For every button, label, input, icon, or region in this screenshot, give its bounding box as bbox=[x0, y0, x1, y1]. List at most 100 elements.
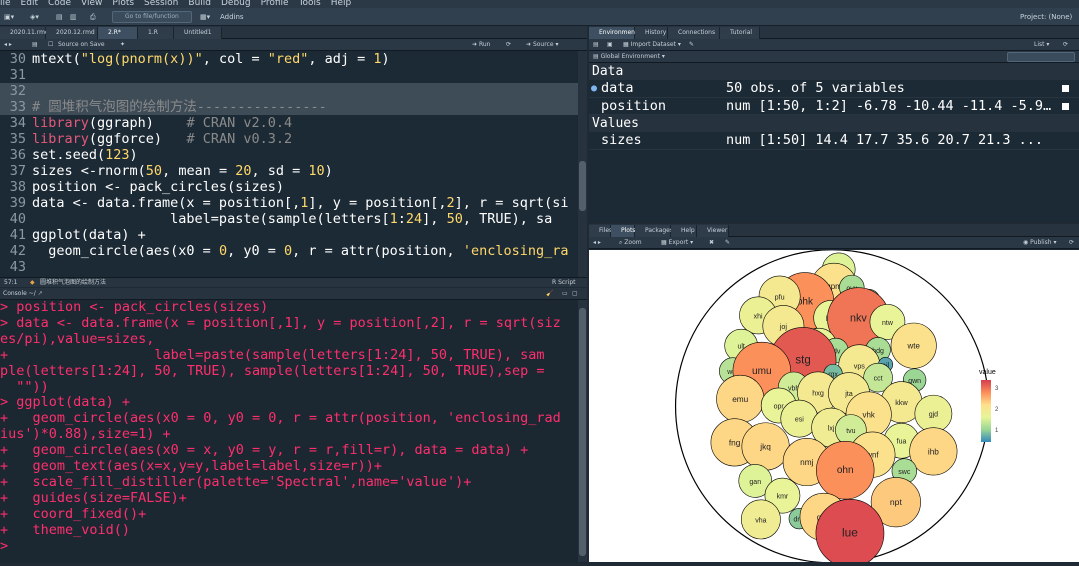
addins-menu[interactable]: Addins bbox=[220, 8, 244, 26]
clear-plots-icon[interactable]: ✎ bbox=[725, 237, 730, 249]
table-view-icon[interactable] bbox=[1062, 102, 1069, 110]
tab-2020-11-rmd[interactable]: 2020.11.rmd bbox=[0, 27, 49, 39]
menu-view[interactable]: View bbox=[81, 0, 102, 8]
back-icon[interactable]: ◂ ▸ bbox=[4, 39, 12, 51]
save-icon[interactable]: ▤ bbox=[56, 8, 63, 26]
rerun-icon[interactable]: ⟳ bbox=[506, 39, 511, 51]
broom-icon[interactable]: ✎ bbox=[689, 39, 694, 51]
tab-files[interactable]: Files bbox=[589, 225, 612, 237]
tab-environment[interactable]: Environment bbox=[589, 27, 637, 39]
menu-tools[interactable]: Tools bbox=[299, 0, 321, 8]
env-row-data[interactable]: ● data 50 obs. of 5 variables bbox=[589, 80, 1079, 98]
goto-file-input[interactable]: Go to file/function bbox=[112, 11, 192, 23]
code-line[interactable]: 34 library(ggraph) # CRAN v2.0.4 bbox=[0, 115, 587, 131]
menu-ile[interactable]: ile bbox=[0, 0, 11, 8]
tab-plots[interactable]: Plots bbox=[611, 225, 635, 237]
source-on-save-checkbox[interactable]: ☐ bbox=[48, 39, 53, 51]
code-line[interactable]: 30 mtext("log(pnorm(x))", col = "red", ad… bbox=[0, 51, 587, 67]
env-search-input[interactable] bbox=[1007, 52, 1075, 62]
export-button[interactable]: ▦ Export ▾ bbox=[661, 237, 693, 249]
editor-scrollbar[interactable] bbox=[578, 51, 587, 277]
menu-edit[interactable]: Edit bbox=[21, 0, 38, 8]
tab-untitled1[interactable]: Untitled1 bbox=[174, 27, 222, 39]
load-icon[interactable]: ▤ bbox=[593, 39, 599, 51]
menu-session[interactable]: Session bbox=[144, 0, 178, 8]
code-line[interactable]: 41 ggplot(data) + bbox=[0, 227, 587, 243]
delete-plot-icon[interactable]: ✖ bbox=[709, 237, 714, 249]
menu-build[interactable]: Build bbox=[188, 0, 211, 8]
magic-wand-icon[interactable]: ✦ bbox=[120, 39, 125, 51]
save-icon[interactable]: ▤ bbox=[32, 39, 38, 51]
bubble-label: vha bbox=[755, 517, 766, 524]
maximize-icon[interactable]: ▢ bbox=[572, 288, 578, 300]
zoom-button[interactable]: ⌕ Zoom bbox=[619, 237, 642, 249]
tab-connections[interactable]: Connections bbox=[668, 27, 720, 39]
bubble-label: kmr bbox=[777, 494, 789, 501]
code-editor[interactable]: 30 mtext("log(pnorm(x))", col = "red", ad… bbox=[0, 51, 587, 277]
file-type[interactable]: R Script bbox=[552, 278, 575, 288]
code-line[interactable]: 33 # 圆堆积气泡图的绘制方法---------------- bbox=[0, 99, 587, 115]
env-row-sizes[interactable]: sizes num [1:50] 14.4 17.7 35.6 20.7 21.… bbox=[589, 132, 1079, 150]
tab-packages[interactable]: Packages bbox=[635, 225, 673, 237]
env-row-position[interactable]: position num [1:50, 1:2] -6.78 -10.44 -1… bbox=[589, 98, 1079, 115]
open-project-icon[interactable]: ◈▾ bbox=[30, 8, 39, 26]
grid-icon[interactable]: ▦▾ bbox=[200, 8, 210, 26]
expand-icon[interactable]: ● bbox=[591, 80, 597, 98]
console-line: + coord_fixed()+ bbox=[0, 505, 147, 522]
section-icon: ◆ bbox=[30, 279, 35, 286]
code-line[interactable]: 43 bbox=[0, 259, 587, 275]
console-link-icon[interactable]: ↗ bbox=[38, 290, 43, 297]
code-line[interactable]: 35 library(ggforce) # CRAN v0.3.2 bbox=[0, 131, 587, 147]
code-line[interactable]: 32 bbox=[0, 83, 587, 99]
prev-plot-icon[interactable]: ◂ ▸ bbox=[593, 237, 601, 249]
minimize-icon[interactable]: ▭ bbox=[562, 288, 568, 300]
save-workspace-icon[interactable]: ▣ bbox=[607, 39, 613, 51]
code-line[interactable]: 39 data <- data.frame(x = position[,1], y… bbox=[0, 195, 587, 211]
clear-console-icon[interactable]: 🧹 bbox=[546, 288, 553, 300]
bubble-label: vps bbox=[854, 361, 866, 370]
project-menu[interactable]: Project: (None) bbox=[1020, 8, 1072, 26]
tab-2-r-[interactable]: 2.R* bbox=[98, 27, 138, 39]
code-line[interactable]: 31 bbox=[0, 67, 587, 83]
run-button[interactable]: ➜ Run bbox=[472, 39, 490, 51]
tab-1-r[interactable]: 1.R bbox=[138, 27, 174, 39]
print-icon[interactable]: ⎙ bbox=[90, 8, 96, 26]
bubble-label: stg bbox=[795, 354, 810, 366]
console-scrollbar[interactable] bbox=[578, 300, 587, 562]
code-line[interactable]: 38 position <- pack_circles(sizes) bbox=[0, 179, 587, 195]
code-line[interactable]: 42 geom_circle(aes(x0 = 0, y0 = 0, r = a… bbox=[0, 243, 587, 259]
menu-plots[interactable]: Plots bbox=[112, 0, 134, 8]
editor-scroll-thumb[interactable] bbox=[579, 161, 586, 211]
bubble-label: swc bbox=[898, 469, 911, 476]
save-all-icon[interactable]: ▥ bbox=[70, 8, 77, 26]
code-line[interactable]: 37 sizes <-rnorm(50, mean = 20, sd = 10) bbox=[0, 163, 587, 179]
tab-viewer[interactable]: Viewer bbox=[697, 225, 729, 237]
table-view-icon[interactable] bbox=[1062, 85, 1069, 92]
menu-debug[interactable]: Debug bbox=[221, 0, 251, 8]
refresh-icon[interactable]: ⟳ bbox=[1069, 237, 1074, 249]
console-scroll-thumb[interactable] bbox=[579, 308, 586, 556]
new-file-icon[interactable]: ▣▾ bbox=[4, 8, 14, 26]
menu-profile[interactable]: Profile bbox=[261, 0, 289, 8]
tab-help[interactable]: Help bbox=[671, 225, 697, 237]
global-env-menu[interactable]: ▤ Global Environment ▾ bbox=[593, 51, 665, 63]
menu-help[interactable]: Help bbox=[331, 0, 352, 8]
console-line: + theme_void() bbox=[0, 521, 131, 538]
import-dataset-button[interactable]: ▦ Import Dataset ▾ bbox=[623, 39, 681, 51]
refresh-icon[interactable]: ⟳ bbox=[1063, 39, 1068, 51]
tab-tutorial[interactable]: Tutorial bbox=[720, 27, 760, 39]
env-scope-bar: ▤ Global Environment ▾ bbox=[589, 51, 1079, 63]
tab-history[interactable]: History bbox=[635, 27, 668, 39]
source-button[interactable]: ➜ Source ▾ bbox=[526, 39, 558, 51]
code-line[interactable]: 36 set.seed(123) bbox=[0, 147, 587, 163]
env-value: num [1:50] 14.4 17.7 35.6 20.7 21.3 ... bbox=[726, 132, 1043, 148]
env-key: data bbox=[601, 80, 634, 96]
code-line[interactable]: 40 label=paste(sample(letters[1:24], 50,… bbox=[0, 211, 587, 227]
menu-code[interactable]: Code bbox=[48, 0, 71, 8]
section-name[interactable]: 圆堆积气泡图的绘制方法 bbox=[40, 278, 106, 288]
list-view-menu[interactable]: List ▾ bbox=[1034, 39, 1049, 51]
publish-button[interactable]: ◉ Publish ▾ bbox=[1023, 237, 1056, 249]
console-output[interactable]: > position <- pack_circles(sizes) > data … bbox=[0, 300, 587, 562]
console-line: ple(letters[1:24], 50, TRUE), sample(let… bbox=[0, 362, 545, 379]
tab-2020-12-rmd[interactable]: 2020.12.rmd bbox=[46, 27, 98, 39]
